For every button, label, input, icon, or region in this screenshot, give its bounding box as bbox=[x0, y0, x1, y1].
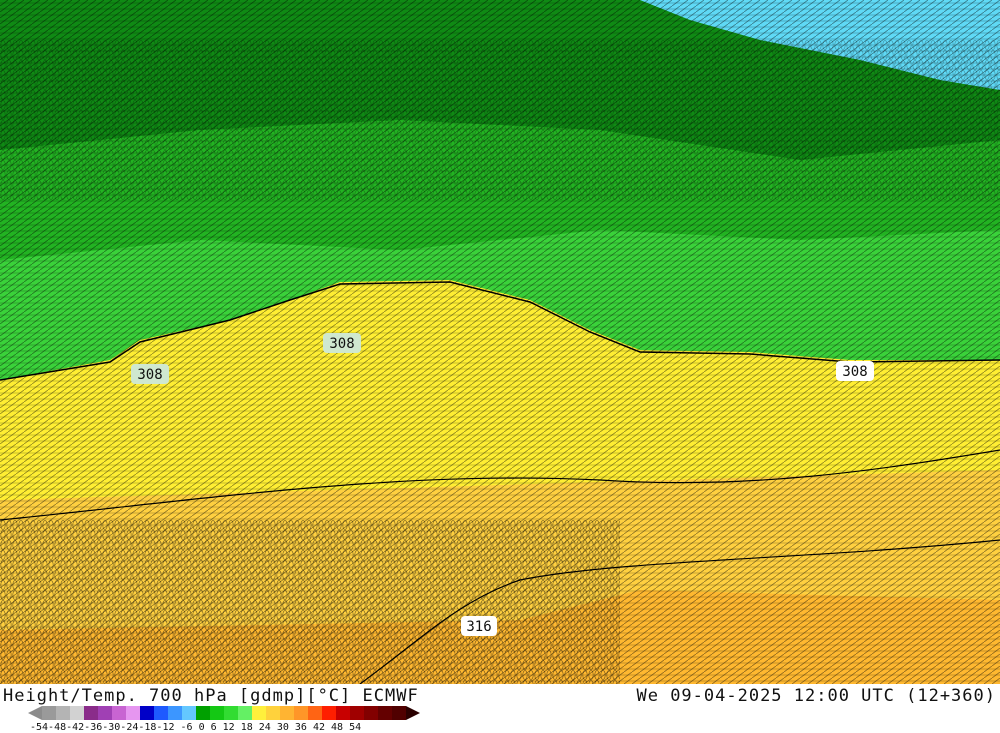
colorbar-segment bbox=[56, 706, 70, 720]
colorbar-segment bbox=[224, 706, 238, 720]
colorbar-segment bbox=[126, 706, 140, 720]
map-datetime: We 09-04-2025 12:00 UTC (12+360) bbox=[636, 686, 996, 706]
map-title: Height/Temp. 700 hPa [gdmp][°C] ECMWF bbox=[3, 686, 419, 706]
vertical-marks-overlay bbox=[0, 520, 620, 684]
svg-text:308: 308 bbox=[329, 336, 354, 352]
colorbar-segment bbox=[98, 706, 112, 720]
svg-text:308: 308 bbox=[842, 364, 867, 380]
weather-map: 308 308 308 316 bbox=[0, 0, 1000, 684]
colorbar-segment bbox=[112, 706, 126, 720]
contour-label-308-b: 308 bbox=[323, 333, 361, 353]
svg-text:308: 308 bbox=[137, 367, 162, 383]
colorbar bbox=[28, 706, 420, 720]
colorbar-segment bbox=[196, 706, 210, 720]
map-footer: Height/Temp. 700 hPa [gdmp][°C] ECMWF We… bbox=[0, 684, 1000, 733]
colorbar-segment bbox=[238, 706, 252, 720]
colorbar-ticks: -54-48-42-36-30-24-18-12 -6 0 6 12 18 24… bbox=[30, 722, 362, 733]
colorbar-segment bbox=[266, 706, 280, 720]
colorbar-segment bbox=[392, 706, 406, 720]
colorbar-segment bbox=[252, 706, 266, 720]
contour-label-316: 316 bbox=[461, 616, 497, 636]
colorbar-segment bbox=[84, 706, 98, 720]
svg-text:316: 316 bbox=[466, 619, 491, 635]
colorbar-segment bbox=[154, 706, 168, 720]
colorbar-segment bbox=[280, 706, 294, 720]
colorbar-segment bbox=[294, 706, 308, 720]
colorbar-segment bbox=[322, 706, 336, 720]
colorbar-segment bbox=[350, 706, 364, 720]
colorbar-segment bbox=[140, 706, 154, 720]
colorbar-segment bbox=[168, 706, 182, 720]
colorbar-segment bbox=[182, 706, 196, 720]
colorbar-segment bbox=[42, 706, 56, 720]
map-canvas: 308 308 308 316 bbox=[0, 0, 1000, 684]
colorbar-segment bbox=[378, 706, 392, 720]
colorbar-segment bbox=[308, 706, 322, 720]
colorbar-left-arrow bbox=[28, 706, 42, 720]
contour-label-308-c: 308 bbox=[836, 361, 874, 381]
colorbar-segment bbox=[210, 706, 224, 720]
contour-label-308-a: 308 bbox=[131, 364, 169, 384]
vertical-marks-overlay-top bbox=[0, 40, 1000, 200]
colorbar-segments bbox=[42, 706, 406, 720]
colorbar-segment bbox=[70, 706, 84, 720]
colorbar-segment bbox=[364, 706, 378, 720]
colorbar-segment bbox=[336, 706, 350, 720]
colorbar-right-arrow bbox=[406, 706, 420, 720]
